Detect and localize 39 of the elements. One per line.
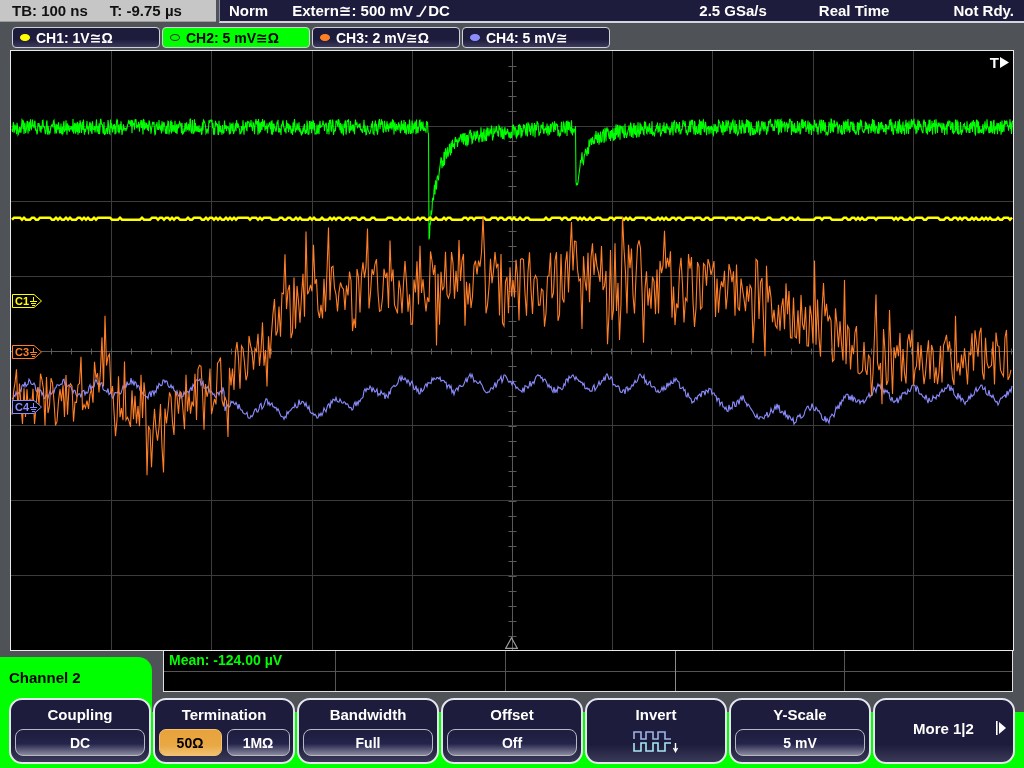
ground-icon [30,347,38,357]
square-wave-icon [633,731,679,753]
ground-icon [30,402,38,412]
softkey-button[interactable]: Invert [585,698,727,764]
channel-marker[interactable]: C4 [12,400,42,414]
timebase-text: TB: 100 ns [12,2,88,19]
trigger-coupling-text: DC [428,2,450,19]
menu-title: Channel 2 [0,657,152,697]
channel-marker[interactable]: C1 [12,294,42,308]
channel-marker[interactable]: C3 [12,345,42,359]
sample-rate-text: 2.5 GSa/s [699,2,767,19]
softkey-button[interactable]: Coupling DC [9,698,151,764]
acquisition-mode-text: Real Time [818,2,890,19]
value-button[interactable]: Off [447,729,577,756]
trigger-time-text: T: -9.75 µs [109,2,182,19]
channel-tab[interactable]: CH2: 5 mV≅Ω [162,27,310,48]
triangle-icon [505,637,518,649]
value-button[interactable]: Full [303,729,433,756]
softkey-button[interactable]: Bandwidth Full [297,698,439,764]
channel-tab[interactable]: CH3: 2 mV≅Ω [312,27,460,48]
softkey-button[interactable]: More 1|2 [873,698,1015,764]
softkey-button[interactable]: Y-Scale 5 mV [729,698,871,764]
triangle-icon [1000,57,1009,68]
channel-tab[interactable]: CH4: 5 mV≅ [462,27,610,48]
trigger-mode-text: Norm [229,2,269,19]
rising-edge-icon [416,4,428,17]
option-button[interactable]: 1MΩ [226,729,290,756]
measurement-value: Mean: -124.00 µV [169,652,283,670]
status-text: Not Rdy. [953,2,1014,19]
channel-tab[interactable]: CH1: 1V≅Ω [12,27,160,48]
ground-icon [30,296,38,306]
value-button[interactable]: 5 mV [735,729,865,756]
trigger-source-text: Extern≅: 500 mV [292,1,414,20]
softkey-button[interactable]: Termination 50Ω 1MΩ [153,698,295,764]
trigger-label: T [989,54,999,71]
option-button[interactable]: 50Ω [158,729,222,756]
arrow-right-icon [996,720,1006,736]
value-button[interactable]: DC [15,729,145,756]
softkey-button[interactable]: Offset Off [441,698,583,764]
